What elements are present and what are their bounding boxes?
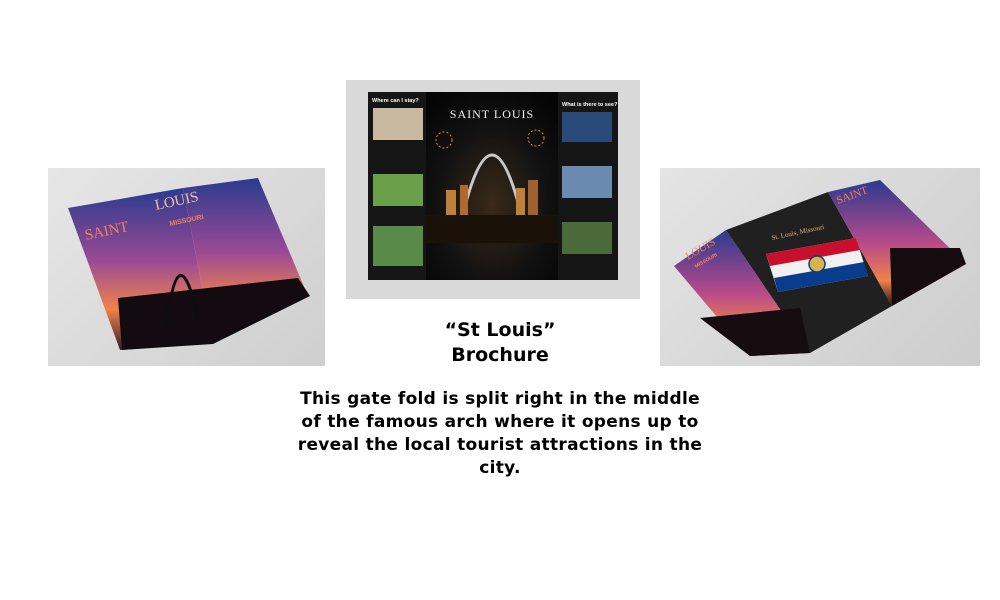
brochure-cover-photo: SAINT LOUIS MISSOURI bbox=[48, 168, 325, 366]
brochure-open-illustration: SAINT LOUIS Where can I stay? What is th… bbox=[368, 92, 618, 280]
brochure-title: “St Louis” Brochure bbox=[380, 318, 620, 368]
left-panel-heading: Where can I stay? bbox=[372, 98, 419, 104]
brochure-open-photo: SAINT LOUIS Where can I stay? What is th… bbox=[346, 80, 640, 299]
title-line-1: “St Louis” bbox=[444, 319, 556, 341]
brochure-inside-illustration: LOUIS MISSOURI SAINT St. Louis, Missouri bbox=[674, 180, 966, 356]
title-line-2: Brochure bbox=[451, 344, 549, 366]
open-heading: SAINT LOUIS bbox=[450, 107, 534, 121]
brochure-inside-photo: LOUIS MISSOURI SAINT St. Louis, Missouri bbox=[660, 168, 980, 366]
right-panel-heading: What is there to see? bbox=[562, 102, 618, 108]
brochure-cover-illustration: SAINT LOUIS MISSOURI bbox=[68, 178, 310, 350]
brochure-description: This gate fold is split right in the mid… bbox=[297, 389, 703, 478]
